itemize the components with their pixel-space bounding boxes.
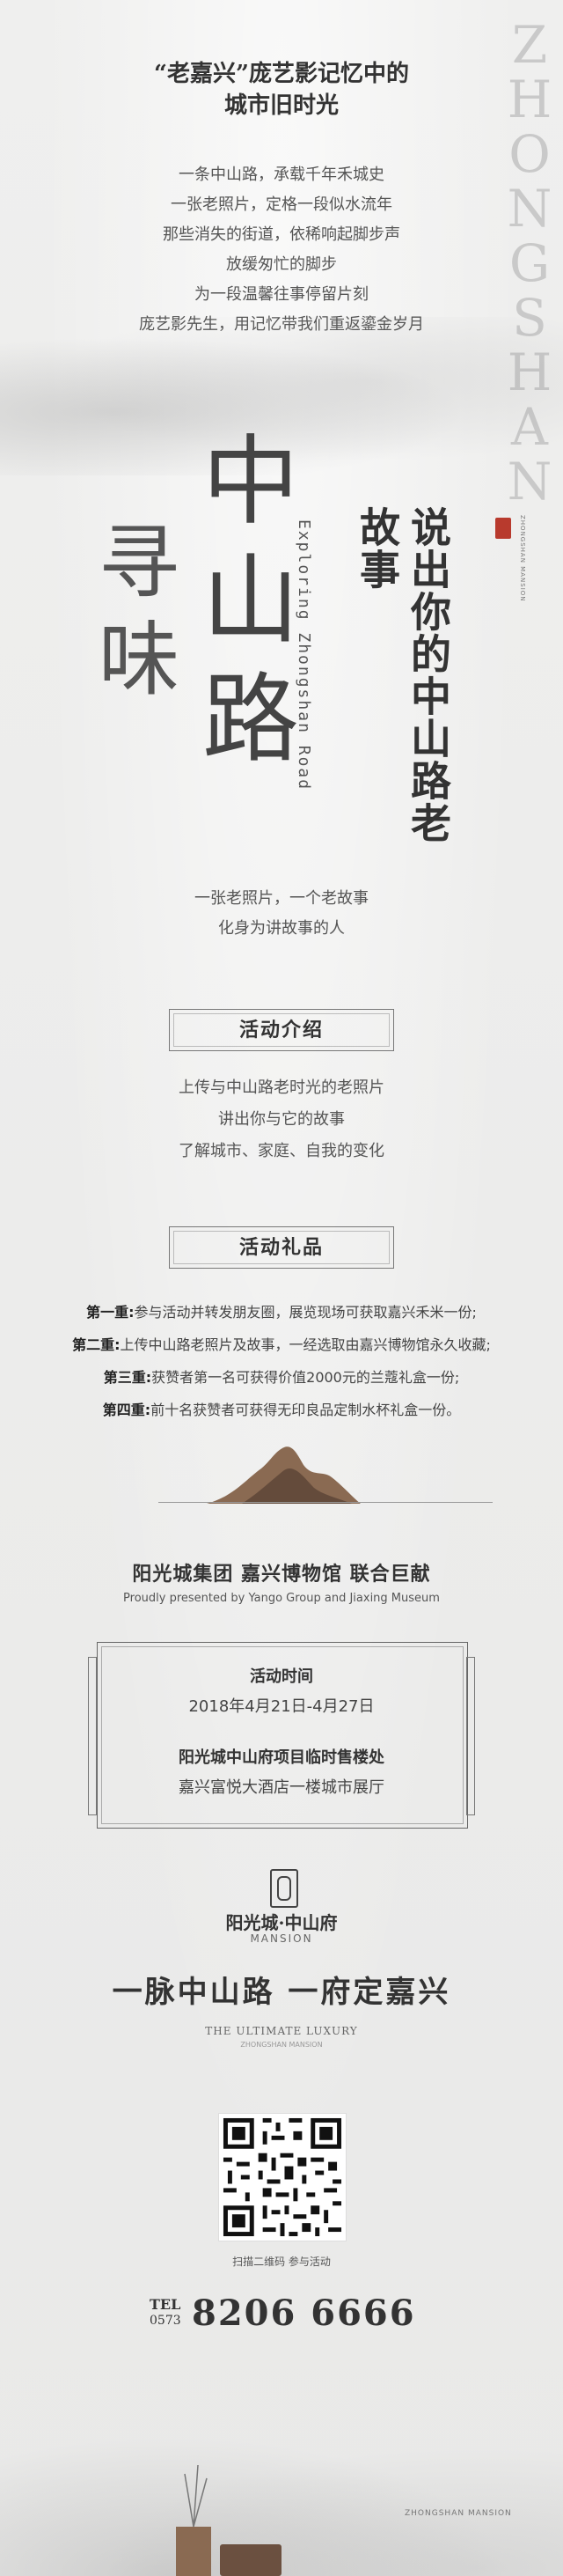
sub-tagline: 一张老照片，一个老故事 化身为讲故事的人 bbox=[0, 884, 563, 944]
gift-item: 第二重:上传中山路老照片及故事，一经选取由嘉兴博物馆永久收藏; bbox=[0, 1328, 563, 1361]
gift-text: 参与活动并转发朋友圈，展览现场可获取嘉兴禾米一份; bbox=[134, 1304, 477, 1321]
ultimate-luxury-tagline: THE ULTIMATE LUXURY bbox=[205, 2025, 358, 2037]
gift-tier: 第二重: bbox=[72, 1336, 121, 1353]
intro-line: 放缓匆忙的脚步 bbox=[226, 255, 337, 274]
gift-item: 第一重:参与活动并转发朋友圈，展览现场可获取嘉兴禾米一份; bbox=[0, 1296, 563, 1328]
zsl-char: 山 bbox=[202, 544, 299, 657]
tell-your-story-title: 说出你的中山路老故事 bbox=[354, 506, 452, 844]
event-time-label: 活动时间 bbox=[250, 1667, 313, 1686]
event-time-value: 2018年4月21日-4月27日 bbox=[188, 1697, 375, 1716]
xunwei-title: 寻 味 bbox=[99, 515, 179, 709]
headline-line-2: 城市旧时光 bbox=[223, 92, 339, 119]
brand-name-english: MANSION bbox=[250, 1932, 313, 1945]
activity-description: 上传与中山路老时光的老照片 讲出你与它的故事 了解城市、家庭、自我的变化 bbox=[0, 1072, 563, 1167]
mountain-decoration bbox=[207, 1446, 361, 1504]
section-title-intro: 活动介绍 bbox=[169, 1009, 394, 1051]
gift-list: 第一重:参与活动并转发朋友圈，展览现场可获取嘉兴禾米一份; 第二重:上传中山路老… bbox=[0, 1296, 563, 1426]
event-place-label: 阳光城中山府项目临时售楼处 bbox=[179, 1748, 384, 1767]
gift-text: 上传中山路老照片及故事，一经选取由嘉兴博物馆永久收藏; bbox=[120, 1336, 491, 1353]
xunwei-char: 味 bbox=[99, 613, 180, 707]
section-title-gifts: 活动礼品 bbox=[169, 1226, 394, 1269]
organizers-title: 阳光城集团 嘉兴博物馆 联合巨献 bbox=[132, 1564, 431, 1586]
brand-slogan: 一脉中山路 一府定嘉兴 bbox=[112, 1975, 451, 2010]
headline-line-1: “老嘉兴”庞艺影记忆中的 bbox=[154, 61, 409, 87]
intro-line: 为一段温馨往事停留片刻 bbox=[194, 285, 369, 304]
gift-item: 第三重:获赞者第一名可获得价值2000元的兰蔻礼盒一份; bbox=[0, 1361, 563, 1394]
brand-name: 阳光城·中山府 bbox=[225, 1912, 338, 1933]
gift-text: 前十名获赞者可获得无印良品定制水杯礼盒一份。 bbox=[150, 1402, 461, 1418]
xunwei-char: 寻 bbox=[99, 516, 180, 610]
qr-caption: 扫描二维码 参与活动 bbox=[232, 2256, 331, 2268]
divider-line bbox=[158, 1502, 493, 1503]
zsl-char: 中 bbox=[202, 425, 299, 538]
tel-label: TEL bbox=[150, 2296, 181, 2313]
section-title-label: 活动礼品 bbox=[238, 1236, 324, 1259]
vase-decoration bbox=[176, 2464, 282, 2576]
mansion-logo-icon bbox=[270, 1869, 298, 1908]
red-seal-icon bbox=[495, 518, 511, 539]
gift-tier: 第一重: bbox=[86, 1304, 135, 1321]
intro-line: 一条中山路，承载千年禾城史 bbox=[179, 166, 384, 184]
gift-tier: 第三重: bbox=[103, 1369, 152, 1386]
desc-line: 了解城市、家庭、自我的变化 bbox=[179, 1142, 384, 1160]
sub-line: 一张老照片，一个老故事 bbox=[194, 889, 369, 908]
english-subtitle: Exploring Zhongshan Road bbox=[295, 519, 313, 791]
zsl-char: 路 bbox=[202, 663, 299, 776]
desc-line: 上传与中山路老时光的老照片 bbox=[179, 1078, 384, 1097]
poster: Z H O N G S H A N “老嘉兴”庞艺影记忆中的 城市旧时光 一条中… bbox=[0, 0, 563, 2576]
headline: “老嘉兴”庞艺影记忆中的 城市旧时光 bbox=[0, 58, 563, 121]
tel-area-code: 0573 bbox=[150, 2314, 181, 2328]
footer-mark: ZHONGSHAN MANSION bbox=[405, 2509, 512, 2518]
ultimate-luxury-subline: ZHONGSHAN MANSION bbox=[240, 2041, 323, 2049]
gift-item: 第四重:前十名获赞者可获得无印良品定制水杯礼盒一份。 bbox=[0, 1394, 563, 1426]
intro-paragraph: 一条中山路，承载千年禾城史 一张老照片，定格一段似水流年 那些消失的街道，依稀响… bbox=[0, 160, 563, 340]
tiny-vertical-mark: ZHONGSHAN MANSION bbox=[519, 515, 526, 602]
zhongshanlu-title: 中 山 路 bbox=[198, 423, 303, 779]
tel-number[interactable]: 8206 6666 bbox=[192, 2293, 416, 2334]
intro-line: 一张老照片，定格一段似水流年 bbox=[171, 195, 392, 214]
intro-line: 那些消失的街道，依稀响起脚步声 bbox=[163, 225, 400, 244]
desc-line: 讲出你与它的故事 bbox=[218, 1110, 345, 1129]
gift-text: 获赞者第一名可获得价值2000元的兰蔻礼盒一份; bbox=[151, 1369, 460, 1386]
gift-tier: 第四重: bbox=[102, 1402, 151, 1418]
organizers-english: Proudly presented by Yango Group and Jia… bbox=[123, 1592, 440, 1605]
section-title-label: 活动介绍 bbox=[238, 1019, 324, 1041]
sub-line: 化身为讲故事的人 bbox=[218, 919, 345, 938]
event-place-value: 嘉兴富悦大酒店一楼城市展厅 bbox=[179, 1778, 384, 1797]
qr-code[interactable] bbox=[218, 2113, 347, 2241]
